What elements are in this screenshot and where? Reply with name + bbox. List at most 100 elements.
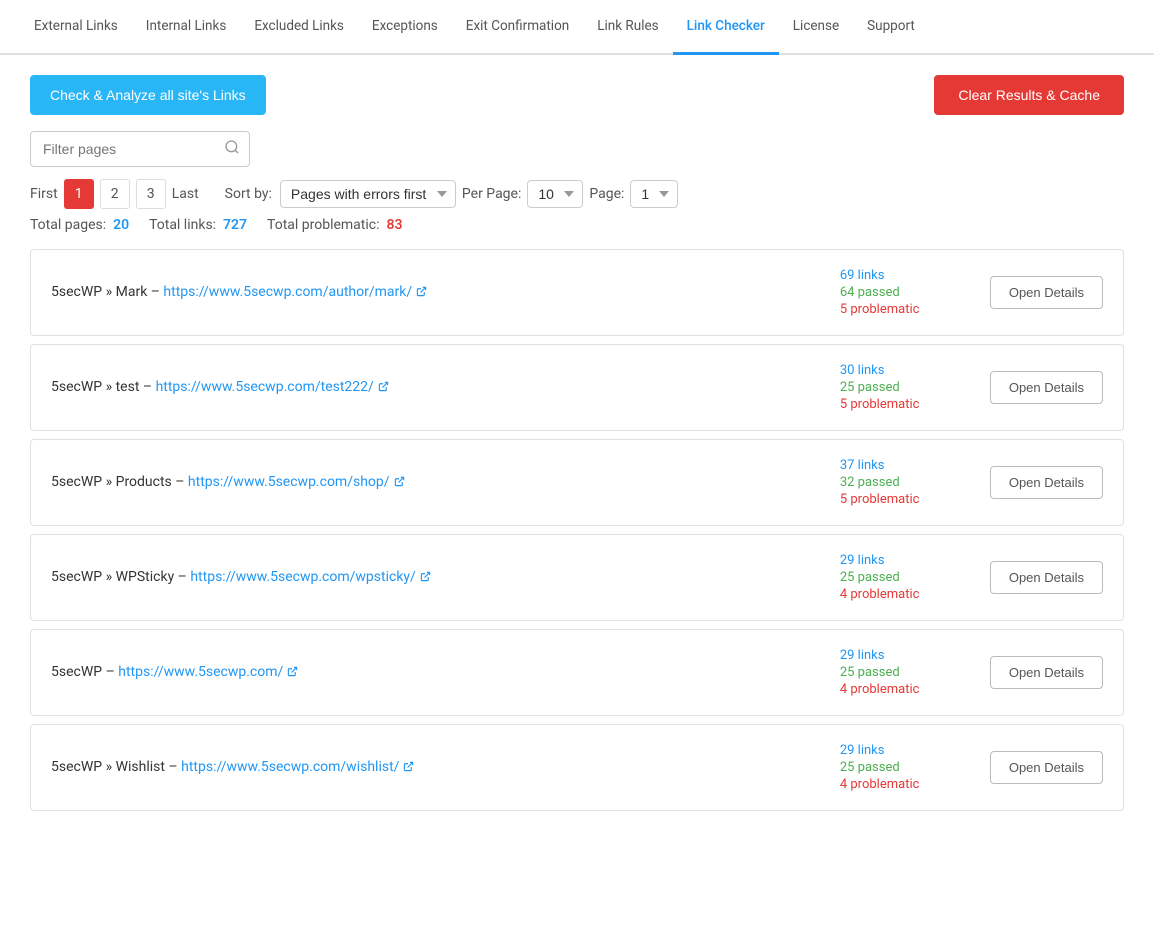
page-wrap: Page: 123 (589, 180, 678, 208)
result-links-count: 30 links (840, 363, 970, 378)
total-pages-value: 20 (113, 217, 129, 233)
open-details-button[interactable]: Open Details (990, 466, 1103, 499)
external-link-icon (394, 475, 405, 491)
result-stats: 37 links 32 passed 5 problematic (840, 458, 970, 507)
result-passed-count: 32 passed (840, 475, 970, 490)
nav-support[interactable]: Support (853, 0, 929, 55)
sort-select[interactable]: Pages with errors firstPages with most l… (280, 180, 456, 208)
filter-input[interactable] (30, 131, 250, 167)
perpage-select[interactable]: 102050 (527, 180, 583, 208)
external-link-icon (287, 665, 298, 681)
nav-internal-links[interactable]: Internal Links (132, 0, 241, 55)
result-passed-count: 64 passed (840, 285, 970, 300)
total-pages-stat: Total pages: 20 (30, 217, 129, 233)
result-title-prefix: 5secWP » Products – (51, 474, 188, 490)
external-link-icon (420, 570, 431, 586)
result-row: 5secWP » Mark – https://www.5secwp.com/a… (30, 249, 1124, 336)
main-content: Check & Analyze all site's Links Clear R… (0, 55, 1154, 839)
result-row: 5secWP » WPSticky – https://www.5secwp.c… (30, 534, 1124, 621)
result-row: 5secWP » Products – https://www.5secwp.c… (30, 439, 1124, 526)
external-link-icon (416, 285, 427, 301)
clear-button[interactable]: Clear Results & Cache (934, 75, 1124, 115)
result-passed-count: 25 passed (840, 380, 970, 395)
filter-input-wrap (30, 131, 250, 167)
total-pages-label: Total pages: (30, 217, 106, 233)
open-details-button[interactable]: Open Details (990, 751, 1103, 784)
stats-row: Total pages: 20 Total links: 727 Total p… (30, 217, 1124, 233)
open-details-button[interactable]: Open Details (990, 371, 1103, 404)
result-url[interactable]: https://www.5secwp.com/wishlist/ (181, 759, 399, 775)
page-label: Page: (589, 186, 624, 202)
nav-exceptions[interactable]: Exceptions (358, 0, 452, 55)
result-problematic-count: 5 problematic (840, 302, 970, 317)
result-title-prefix: 5secWP » Wishlist – (51, 759, 181, 775)
page-select[interactable]: 123 (630, 180, 678, 208)
result-stats: 69 links 64 passed 5 problematic (840, 268, 970, 317)
page-btn-2[interactable]: 2 (100, 179, 130, 209)
result-title-prefix: 5secWP – (51, 664, 118, 680)
total-links-stat: Total links: 727 (149, 217, 247, 233)
sort-section: Sort by: Pages with errors firstPages wi… (225, 180, 456, 208)
total-problematic-stat: Total problematic: 83 (267, 217, 402, 233)
total-links-label: Total links: (149, 217, 216, 233)
nav-external-links[interactable]: External Links (20, 0, 132, 55)
total-links-value: 727 (223, 217, 247, 233)
result-row: 5secWP – https://www.5secwp.com/ 29 link… (30, 629, 1124, 716)
nav-exit-confirmation[interactable]: Exit Confirmation (452, 0, 583, 55)
result-links-count: 29 links (840, 648, 970, 663)
total-problematic-label: Total problematic: (267, 217, 379, 233)
nav-link-checker[interactable]: Link Checker (673, 0, 779, 55)
analyze-button[interactable]: Check & Analyze all site's Links (30, 75, 266, 115)
perpage-wrap: Per Page: 102050 (462, 180, 583, 208)
first-page-link[interactable]: First (30, 186, 58, 202)
external-link-icon (403, 760, 414, 776)
open-details-button[interactable]: Open Details (990, 276, 1103, 309)
result-row: 5secWP » Wishlist – https://www.5secwp.c… (30, 724, 1124, 811)
result-passed-count: 25 passed (840, 760, 970, 775)
result-links-count: 29 links (840, 743, 970, 758)
perpage-label: Per Page: (462, 186, 521, 202)
total-problematic-value: 83 (386, 217, 402, 233)
result-links-count: 29 links (840, 553, 970, 568)
result-row: 5secWP » test – https://www.5secwp.com/t… (30, 344, 1124, 431)
sort-label: Sort by: (225, 186, 272, 202)
result-stats: 29 links 25 passed 4 problematic (840, 553, 970, 602)
result-passed-count: 25 passed (840, 665, 970, 680)
result-info: 5secWP » Wishlist – https://www.5secwp.c… (51, 759, 820, 775)
result-info: 5secWP » Mark – https://www.5secwp.com/a… (51, 284, 820, 300)
result-stats: 29 links 25 passed 4 problematic (840, 648, 970, 697)
results-list: 5secWP » Mark – https://www.5secwp.com/a… (30, 249, 1124, 819)
open-details-button[interactable]: Open Details (990, 656, 1103, 689)
result-stats: 29 links 25 passed 4 problematic (840, 743, 970, 792)
nav-link-rules[interactable]: Link Rules (583, 0, 672, 55)
top-nav: External Links Internal Links Excluded L… (0, 0, 1154, 55)
external-link-icon (378, 380, 389, 396)
result-links-count: 37 links (840, 458, 970, 473)
result-stats: 30 links 25 passed 5 problematic (840, 363, 970, 412)
result-info: 5secWP » Products – https://www.5secwp.c… (51, 474, 820, 490)
result-problematic-count: 4 problematic (840, 587, 970, 602)
last-page-link[interactable]: Last (172, 186, 199, 202)
result-info: 5secWP » test – https://www.5secwp.com/t… (51, 379, 820, 395)
result-title-prefix: 5secWP » WPSticky – (51, 569, 190, 585)
result-title-prefix: 5secWP » test – (51, 379, 156, 395)
result-url[interactable]: https://www.5secwp.com/author/mark/ (163, 284, 412, 300)
nav-excluded-links[interactable]: Excluded Links (240, 0, 358, 55)
open-details-button[interactable]: Open Details (990, 561, 1103, 594)
result-info: 5secWP – https://www.5secwp.com/ (51, 664, 820, 680)
result-url[interactable]: https://www.5secwp.com/wpsticky/ (190, 569, 415, 585)
pagination-row: First 1 2 3 Last Sort by: Pages with err… (30, 179, 1124, 209)
result-url[interactable]: https://www.5secwp.com/shop/ (188, 474, 390, 490)
result-links-count: 69 links (840, 268, 970, 283)
page-btn-1[interactable]: 1 (64, 179, 94, 209)
result-url[interactable]: https://www.5secwp.com/test222/ (156, 379, 374, 395)
page-btn-3[interactable]: 3 (136, 179, 166, 209)
nav-license[interactable]: License (779, 0, 853, 55)
filter-row (30, 131, 1124, 167)
result-info: 5secWP » WPSticky – https://www.5secwp.c… (51, 569, 820, 585)
result-passed-count: 25 passed (840, 570, 970, 585)
toolbar: Check & Analyze all site's Links Clear R… (30, 75, 1124, 115)
result-problematic-count: 5 problematic (840, 492, 970, 507)
result-url[interactable]: https://www.5secwp.com/ (118, 664, 283, 680)
result-problematic-count: 4 problematic (840, 682, 970, 697)
